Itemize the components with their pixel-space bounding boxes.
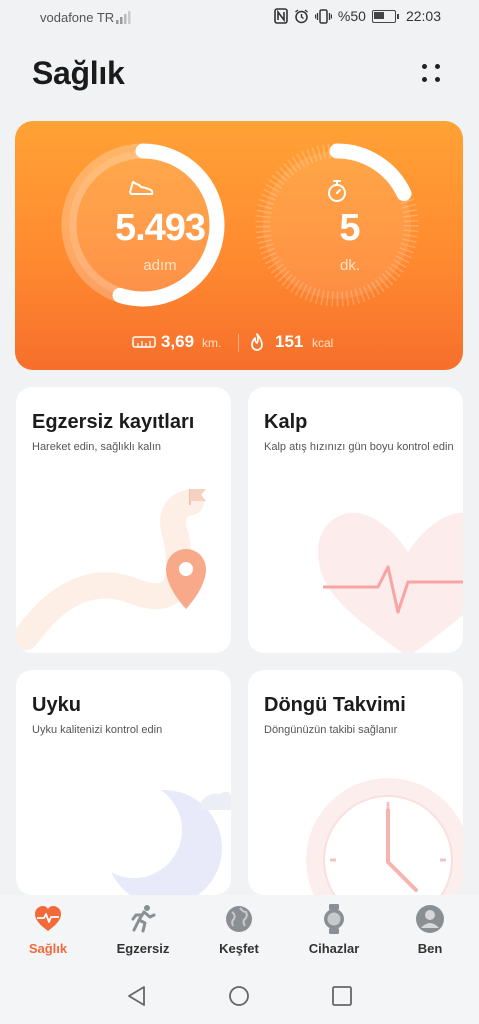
nav-item-cihazlar[interactable]: Cihazlar	[294, 903, 374, 956]
nfc-icon	[274, 8, 288, 24]
home-icon[interactable]	[228, 985, 250, 1007]
nav-item-ben[interactable]: Ben	[390, 903, 470, 956]
profile-icon	[416, 905, 444, 933]
steps-value: 5.493	[114, 207, 206, 249]
metrics-divider	[238, 334, 239, 352]
tile-title: Uyku	[32, 694, 81, 716]
tile-title: Egzersiz kayıtları	[32, 411, 195, 433]
sleep-card[interactable]: Uyku Uyku kalitenizi kontrol edin	[16, 670, 231, 895]
cycle-calendar-card[interactable]: Döngü Takvimi Döngünüzün takibi sağlanır	[248, 670, 463, 895]
runner-icon	[131, 905, 156, 933]
signal-icon	[116, 11, 131, 24]
carrier-name: vodafone TR	[40, 10, 115, 25]
vibrate-icon	[314, 8, 332, 24]
nav-label: Ben	[417, 941, 443, 956]
battery-percentage: %50	[337, 8, 366, 24]
calories-unit: kcal	[312, 336, 334, 350]
system-navigation-bar	[0, 965, 479, 1024]
distance-unit: km.	[202, 336, 222, 350]
minutes-value: 5	[339, 207, 361, 249]
tile-title: Döngü Takvimi	[264, 694, 406, 716]
status-bar: vodafone TR %50 22:03	[0, 0, 479, 36]
clock-time: 22:03	[405, 8, 441, 24]
distance-value: 3,69	[161, 332, 195, 351]
flame-icon	[251, 333, 263, 351]
globe-icon	[226, 906, 252, 932]
watch-icon	[324, 904, 344, 934]
tile-subtitle: Hareket edin, sağlıklı kalın	[32, 441, 162, 453]
shoe-icon	[129, 181, 154, 195]
tile-subtitle: Döngünüzün takibi sağlanır	[264, 724, 398, 736]
alarm-icon	[294, 8, 308, 23]
steps-unit: adım	[143, 257, 177, 274]
minutes-unit: dk.	[339, 257, 360, 274]
ruler-icon	[132, 336, 156, 348]
nav-item-egzersiz[interactable]: Egzersiz	[103, 903, 183, 956]
metrics-row: 3,69 km. 151 kcal	[15, 331, 463, 355]
nav-label: Egzersiz	[116, 941, 170, 956]
exercise-records-card[interactable]: Egzersiz kayıtları Hareket edin, sağlıkl…	[16, 387, 231, 653]
tile-title: Kalp	[264, 411, 308, 433]
battery-icon	[371, 9, 399, 23]
tile-subtitle: Kalp atış hızınızı gün boyu kontrol edin	[264, 441, 454, 453]
nav-item-saglik[interactable]: Sağlık	[8, 903, 88, 956]
nav-label: Keşfet	[219, 941, 259, 956]
activity-summary-card[interactable]: 5.493 adım 5 dk. 3,69 km. 151 kcal	[15, 121, 463, 370]
recents-icon[interactable]	[331, 985, 353, 1007]
back-icon[interactable]	[126, 985, 148, 1007]
stopwatch-icon	[328, 180, 346, 202]
heart-icon	[35, 906, 61, 931]
nav-label: Sağlık	[28, 941, 68, 956]
calories-value: 151	[275, 332, 304, 351]
page-title: Sağlık	[32, 55, 125, 91]
nav-label: Cihazlar	[308, 941, 360, 956]
bottom-navigation: Sağlık Egzersiz Keşfet Cihazlar Ben	[0, 895, 479, 965]
dots-grid-icon[interactable]	[414, 60, 448, 90]
nav-item-kesfet[interactable]: Keşfet	[199, 903, 279, 956]
heart-card[interactable]: Kalp Kalp atış hızınızı gün boyu kontrol…	[248, 387, 463, 653]
tile-subtitle: Uyku kalitenizi kontrol edin	[32, 724, 163, 736]
